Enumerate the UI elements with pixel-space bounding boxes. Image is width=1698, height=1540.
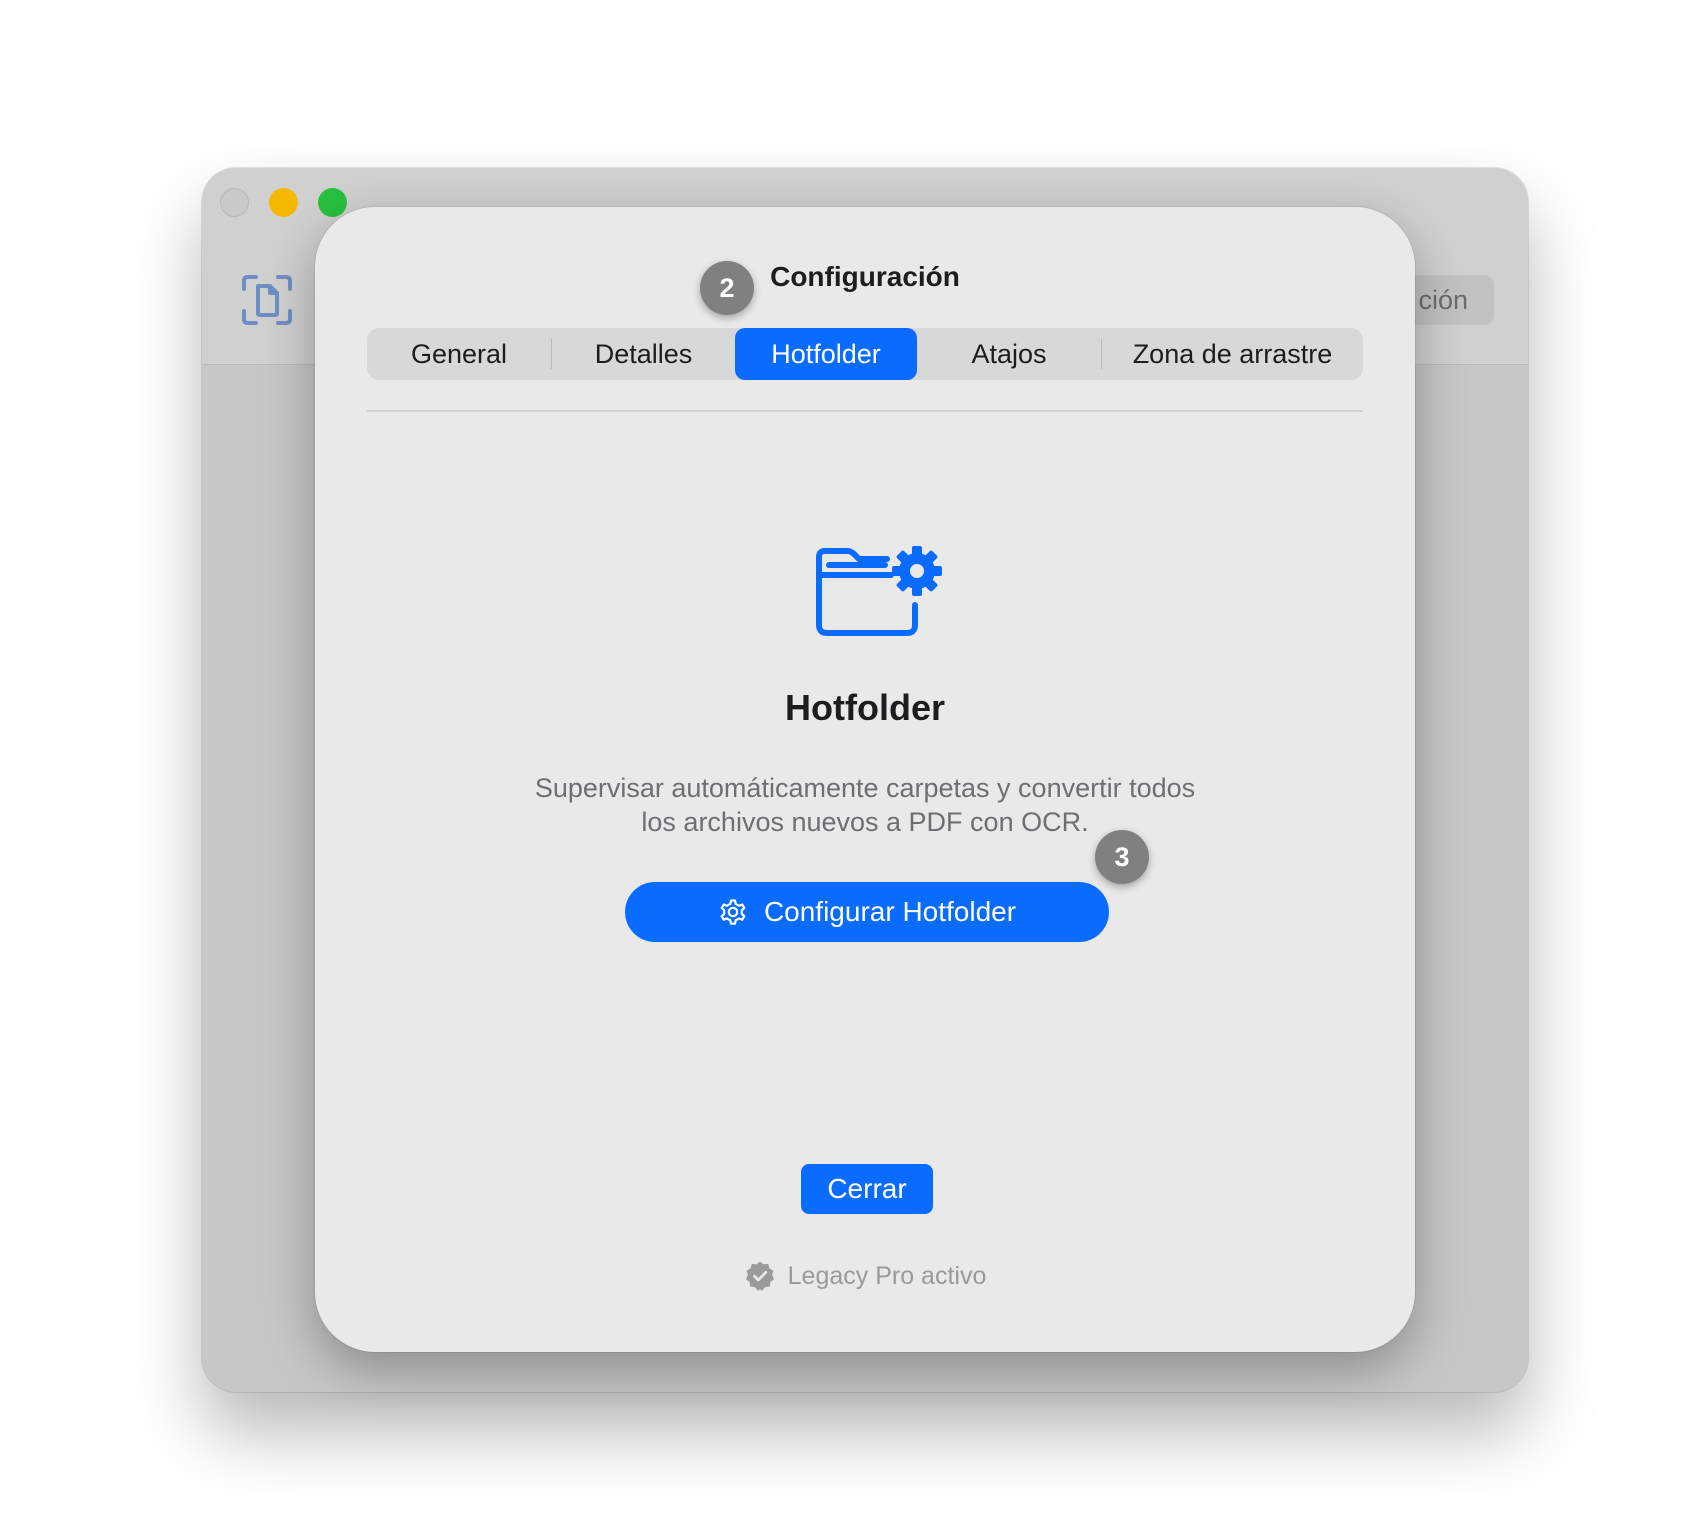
header-divider [367,410,1363,412]
tab-general[interactable]: General [367,328,551,380]
document-scan-icon[interactable] [240,273,294,327]
tab-hotfolder[interactable]: Hotfolder [735,328,917,380]
hero-description: Supervisar automáticamente carpetas y co… [495,771,1235,839]
verified-seal-icon [745,1261,774,1291]
gear-icon [720,899,746,925]
step-badge-2: 2 [700,261,754,315]
step-badge-3: 3 [1095,830,1149,884]
tab-zona-de-arrastre[interactable]: Zona de arrastre [1102,328,1363,380]
sheet-title: Configuración [770,261,960,292]
configure-hotfolder-label: Configurar Hotfolder [763,896,1017,927]
zoom-window-button[interactable] [318,188,347,217]
tab-atajos[interactable]: Atajos [917,328,1101,380]
folder-gear-icon [816,546,942,636]
hero-title: Hotfolder [785,687,945,728]
tab-bar: General Detalles Hotfolder Atajos Zona d… [367,328,1363,380]
tab-detalles[interactable]: Detalles [552,328,735,380]
screenshot-stage: ción Configuración 2 General Detalles Ho… [0,0,1698,1540]
hero-description-line-1: Supervisar automáticamente carpetas y co… [534,773,1196,803]
license-text: Legacy Pro activo [787,1261,987,1290]
configure-hotfolder-button[interactable]: Configurar Hotfolder [625,882,1109,942]
close-button[interactable]: Cerrar [801,1164,933,1214]
license-status: Legacy Pro activo [315,1260,1415,1292]
close-window-button[interactable] [220,188,249,217]
minimize-window-button[interactable] [269,188,298,217]
settings-sheet: Configuración 2 General Detalles Hotfold… [315,207,1415,1352]
